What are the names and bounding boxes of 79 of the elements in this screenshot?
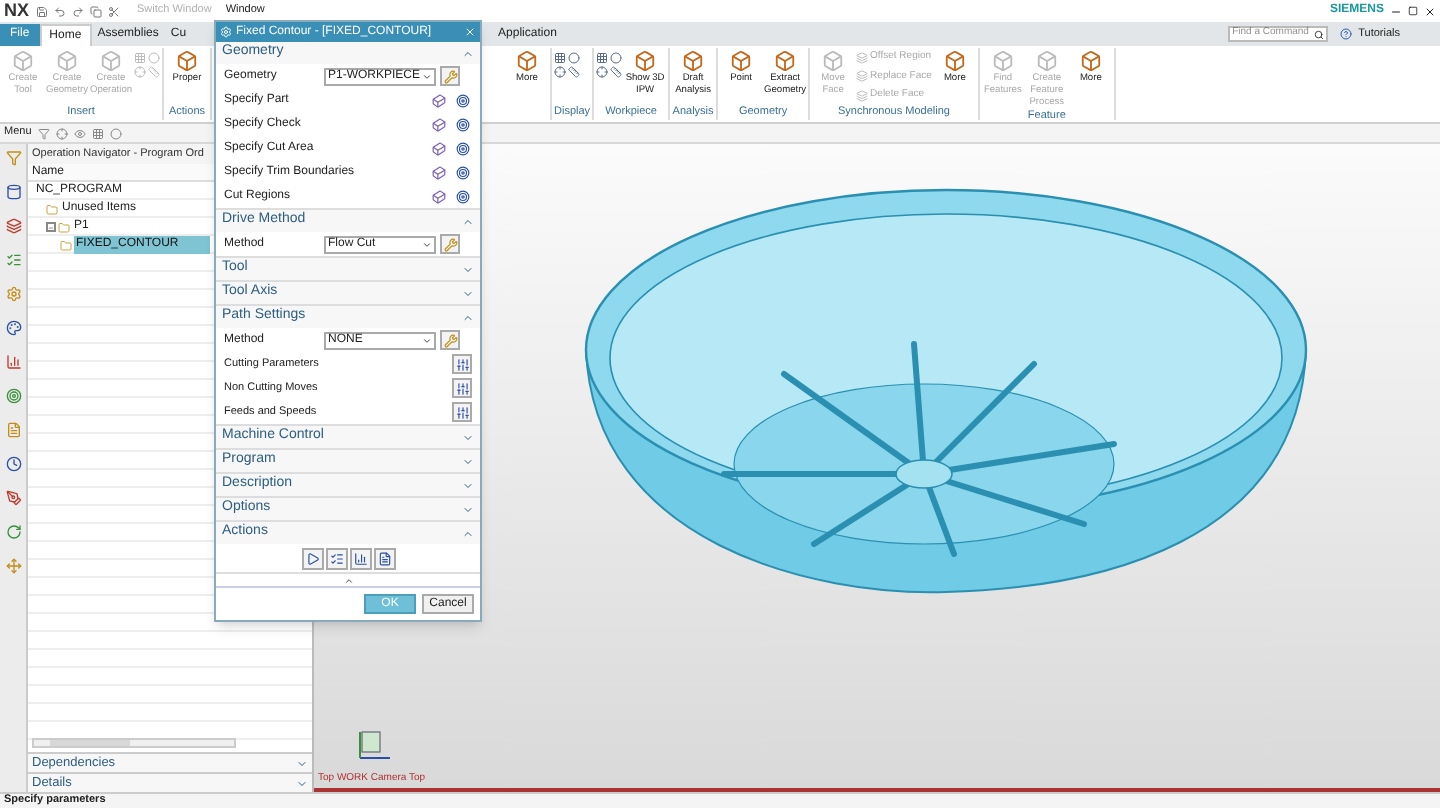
toolbar-icon[interactable] [610,52,623,64]
select-button[interactable] [428,162,448,182]
geometry-icon [431,117,445,131]
wrench-icon [443,333,457,347]
toolbar-icon[interactable] [554,66,566,78]
toolbar-icon[interactable] [73,127,86,139]
search-icon [1314,29,1325,39]
select-button[interactable] [428,114,448,134]
toolbar-icon[interactable] [37,127,50,139]
resource-bar-icon[interactable] [5,388,21,404]
caret-icon [422,335,432,345]
geometry-icon [431,141,445,155]
action-button[interactable] [349,547,371,569]
geometry-icon [431,189,445,203]
settings-button[interactable] [452,378,472,398]
horizontal-scrollbar[interactable] [32,738,236,748]
quick-access-icon[interactable] [71,5,84,17]
display-button[interactable] [452,114,472,134]
document-icon [377,551,391,565]
settings-icon [455,381,469,395]
settings-button[interactable] [452,354,472,374]
quick-access-icon[interactable] [53,5,66,17]
display-button[interactable] [452,162,472,182]
app-logo: NX [4,2,30,20]
maximize-icon[interactable] [1408,6,1418,16]
geometry-icon [431,165,445,179]
close-icon[interactable] [1424,5,1436,17]
toolbar-icon[interactable] [568,52,580,64]
collapse-toggle[interactable] [46,222,56,232]
resource-bar-icon[interactable] [5,252,21,268]
action-button[interactable] [325,547,347,569]
dialog-icon [220,26,232,38]
caret-icon [422,71,432,81]
resource-bar-icon[interactable] [5,354,21,370]
settings-icon [455,405,469,419]
settings-icon [455,357,469,371]
resource-bar-icon[interactable] [5,218,21,234]
folder-icon [58,221,70,233]
caret-icon [422,239,432,249]
quick-access-icon[interactable] [89,5,102,17]
toolbar-icon[interactable] [568,66,580,78]
action-button[interactable] [373,547,395,569]
edit-button[interactable] [440,234,460,254]
toolbar-icon[interactable] [610,66,623,78]
list-icon [329,551,343,565]
toolbar-icon[interactable] [554,52,566,64]
folder-icon [46,203,58,215]
quick-access-icon[interactable] [107,5,120,17]
edit-button[interactable] [440,330,460,350]
chevron-icon [462,47,474,59]
quick-access-icon[interactable] [35,5,48,17]
help-icon[interactable] [1340,28,1353,40]
resource-bar-icon[interactable] [5,456,21,472]
toolbar-icon[interactable] [55,127,68,139]
resource-bar-icon[interactable] [5,524,21,540]
toolbar-icon[interactable] [596,52,609,64]
toolbar-icon[interactable] [596,66,609,78]
wrench-icon [443,237,457,251]
resource-bar-icon[interactable] [5,490,21,506]
toolbar-icon[interactable] [91,127,104,139]
minimize-icon[interactable] [1390,5,1402,17]
axis-triad-icon [354,728,394,764]
toolbar-icon[interactable] [109,127,122,139]
chart-icon [353,551,367,565]
more-icon[interactable] [343,575,353,585]
select-button[interactable] [428,90,448,110]
resource-bar-icon[interactable] [5,320,21,336]
resource-bar-icon[interactable] [5,184,21,200]
settings-button[interactable] [452,402,472,422]
display-button[interactable] [452,186,472,206]
action-button[interactable] [301,547,323,569]
chevron-icon [462,215,474,227]
geometry-icon [431,93,445,107]
display-button[interactable] [452,90,472,110]
select-button[interactable] [428,186,448,206]
wrench-icon [443,69,457,83]
folder-icon [60,239,72,251]
select-button[interactable] [428,138,448,158]
display-button[interactable] [452,138,472,158]
